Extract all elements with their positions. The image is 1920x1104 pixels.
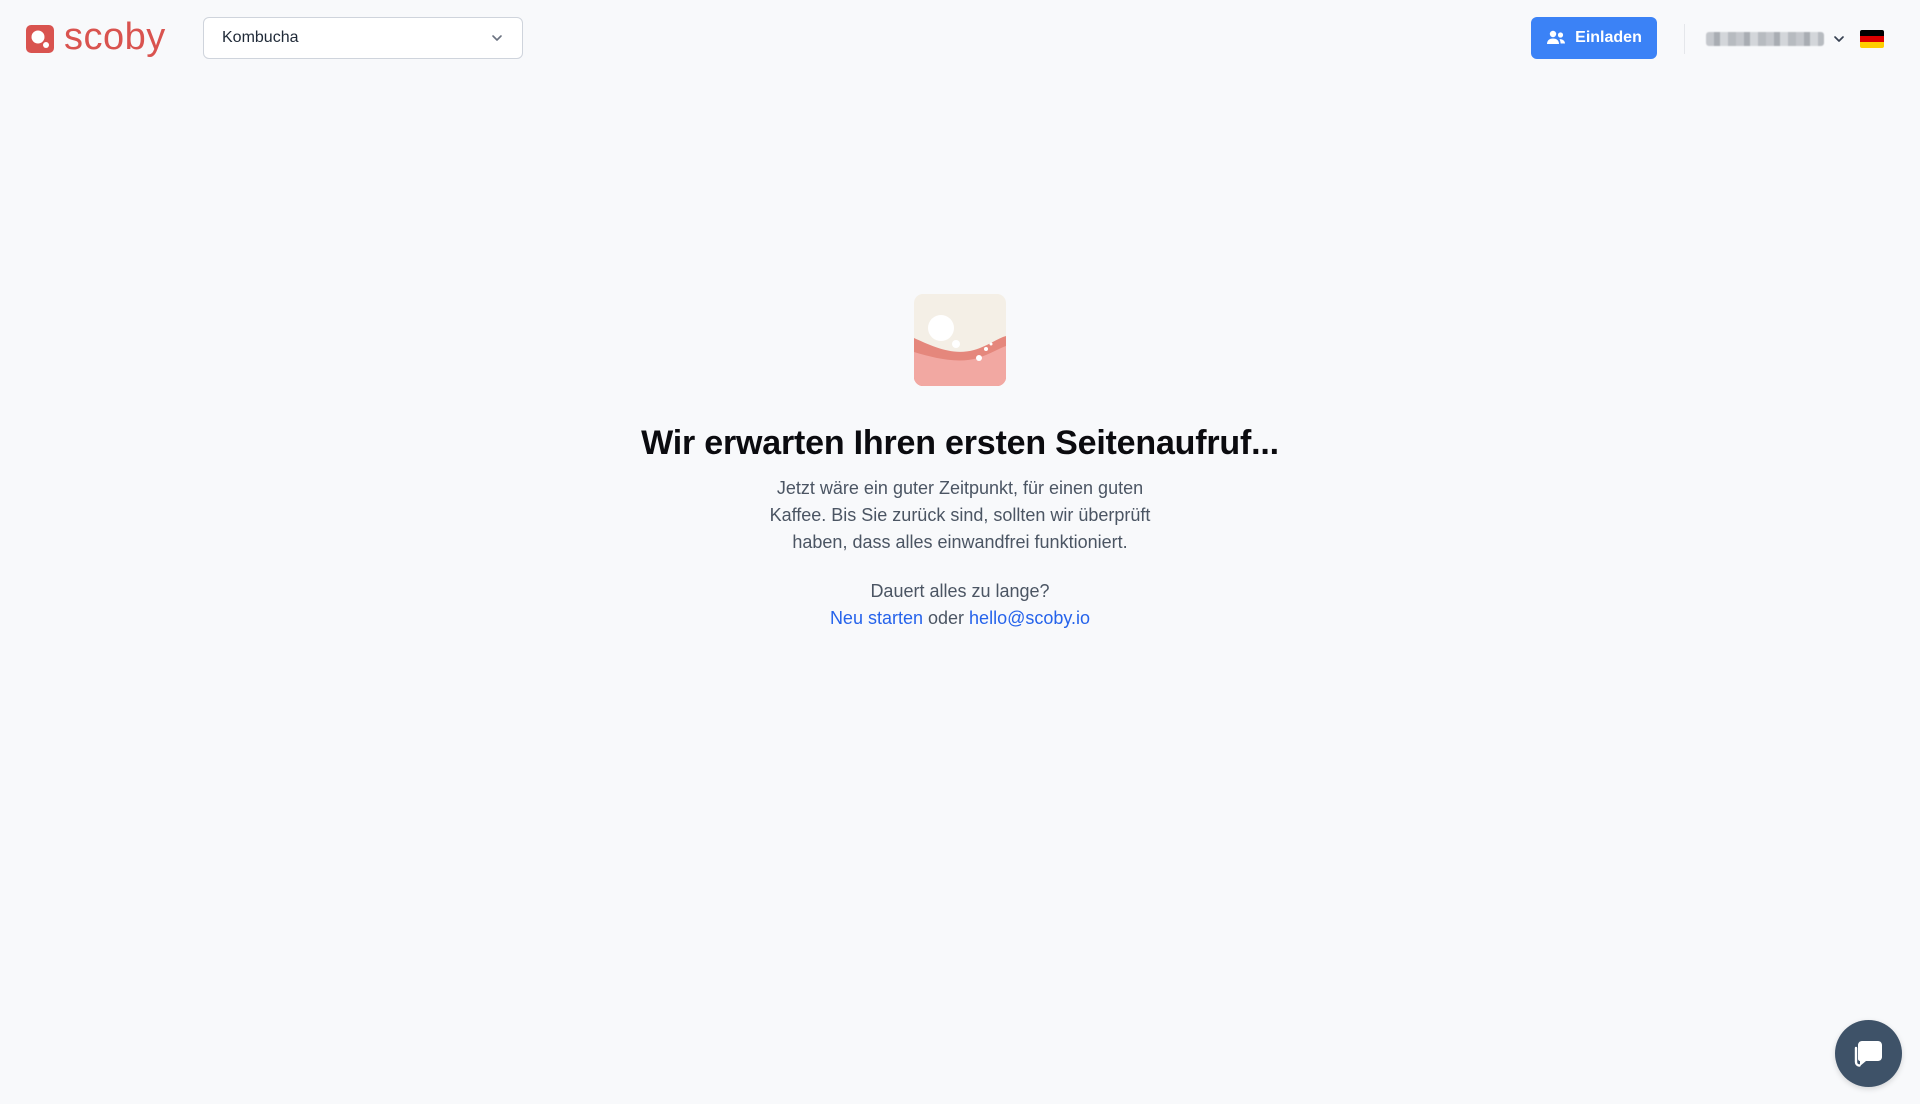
account-menu[interactable] <box>1706 26 1846 52</box>
restart-link[interactable]: Neu starten <box>830 608 923 628</box>
project-select[interactable]: Kombucha <box>203 17 523 59</box>
help-actions: Neu starten oder hello@scoby.io <box>560 605 1360 632</box>
email-link[interactable]: hello@scoby.io <box>969 608 1090 628</box>
flag-stripe-gold <box>1860 42 1884 48</box>
waiting-illustration-icon <box>914 294 1006 386</box>
help-block: Dauert alles zu lange? Neu starten oder … <box>560 578 1360 632</box>
chat-icon <box>1854 1040 1882 1067</box>
header-divider <box>1684 24 1685 54</box>
help-question: Dauert alles zu lange? <box>870 581 1050 601</box>
account-name-obscured <box>1706 32 1824 46</box>
german-flag-icon[interactable] <box>1860 30 1884 48</box>
chevron-down-icon <box>1834 36 1844 42</box>
scoby-logo-icon <box>26 25 54 53</box>
empty-state-description: Jetzt wäre ein guter Zeitpunkt, für eine… <box>769 478 1151 552</box>
chevron-down-icon <box>492 35 502 41</box>
invite-button-label: Einladen <box>1575 29 1642 46</box>
empty-state: Wir erwarten Ihren ersten Seitenaufruf..… <box>560 294 1360 632</box>
logo-text: scoby <box>64 16 166 58</box>
project-select-value: Kombucha <box>222 29 299 46</box>
empty-state-headline: Wir erwarten Ihren ersten Seitenaufruf..… <box>641 424 1279 462</box>
chat-widget-button[interactable] <box>1835 1020 1902 1087</box>
invite-button[interactable]: Einladen <box>1531 17 1657 59</box>
users-icon <box>1547 30 1566 44</box>
top-bar: scoby Kombucha Einladen <box>0 0 1920 78</box>
or-text: oder <box>928 608 970 628</box>
scoby-logo[interactable]: scoby <box>26 18 166 60</box>
